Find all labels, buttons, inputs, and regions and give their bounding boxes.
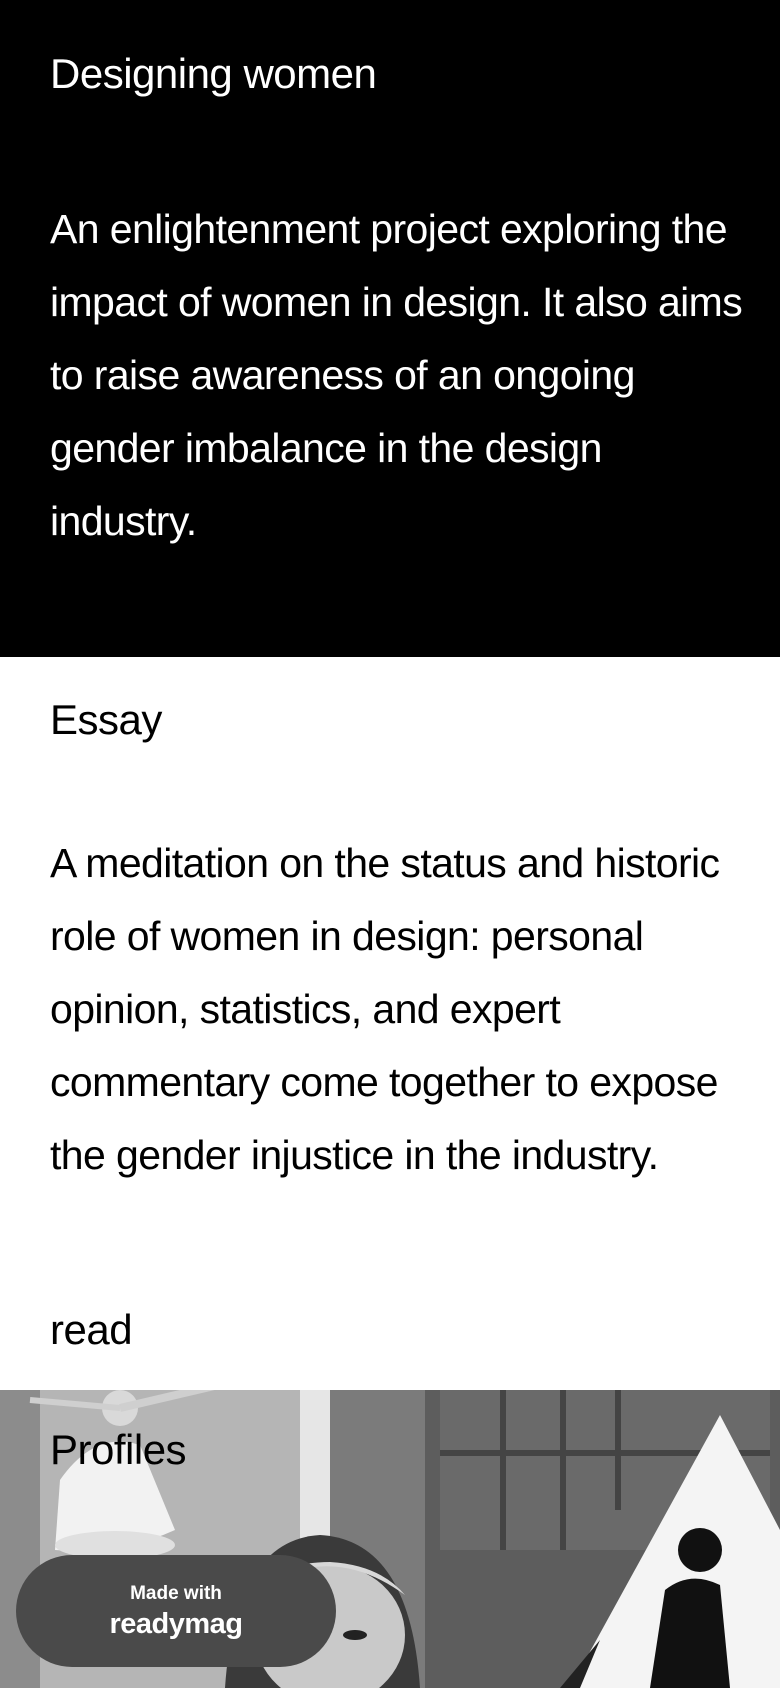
hero-title: Designing women: [50, 50, 377, 97]
profiles-title[interactable]: Profiles: [50, 1422, 187, 1478]
essay-section: Essay A meditation on the status and his…: [0, 657, 780, 1390]
page: Designing women An enlightenment project…: [0, 0, 780, 1688]
read-link[interactable]: read: [50, 1302, 133, 1358]
badge-made-with-label: Made with: [130, 1583, 222, 1604]
made-with-readymag-badge[interactable]: Made with readymag: [16, 1555, 336, 1667]
essay-description: A meditation on the status and historic …: [50, 840, 720, 1178]
hero-description: An enlightenment project exploring the i…: [50, 206, 743, 544]
essay-title[interactable]: Essay: [50, 692, 162, 748]
hero-section: Designing women An enlightenment project…: [0, 0, 780, 657]
readymag-logo: readymag: [109, 1608, 243, 1640]
